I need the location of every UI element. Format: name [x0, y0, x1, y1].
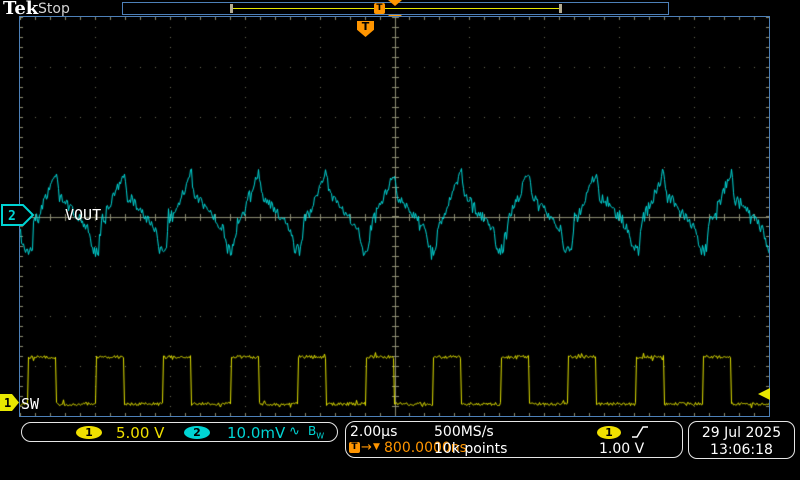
oscilloscope-screen: Tek Stop T T 2 VOUT 1 SW 1 5.00 V 2 10.0…	[0, 0, 800, 480]
ch1-badge: 1	[76, 426, 102, 439]
acquisition-status: Stop	[38, 1, 70, 17]
time-readout: 13:06:18	[689, 442, 794, 458]
ac-coupling-icon: ∿	[289, 424, 300, 439]
horizontal-trigger-readout-box: 2.00µs 500MS/s 1 T → ▼ 800.0000ns 10k po…	[345, 421, 683, 458]
ch2-label: VOUT	[65, 206, 101, 224]
bw-sub: W	[316, 431, 324, 440]
delay-trigger-icon: T	[349, 442, 360, 453]
date-readout: 29 Jul 2025	[689, 425, 794, 441]
ch2-badge: 2	[184, 426, 210, 439]
record-length-readout: 10k points	[434, 441, 507, 457]
expansion-point-icon	[388, 0, 402, 6]
bw-main: B	[308, 424, 316, 438]
rising-edge-icon	[630, 424, 650, 440]
ch1-marker-number: 1	[4, 396, 11, 410]
bandwidth-limit-icon: BW	[308, 424, 324, 440]
ch2-marker-number: 2	[8, 209, 16, 224]
ch2-marker-shape	[2, 205, 33, 225]
ch1-scale-readout: 5.00 V	[116, 424, 164, 442]
ch1-label: SW	[21, 395, 39, 413]
record-waveform-line	[233, 8, 561, 9]
trigger-position-icon: T	[374, 3, 385, 14]
waveform-canvas	[20, 17, 769, 416]
vertical-readout-box: 1 5.00 V 2 10.0mV ∿ BW	[21, 422, 338, 442]
window-bracket-left	[230, 4, 233, 13]
datetime-readout-box: 29 Jul 2025 13:06:18	[688, 421, 795, 459]
ch2-position-marker: 2	[1, 204, 35, 227]
trigger-source-badge: 1	[597, 426, 621, 439]
ch1-position-marker: 1	[0, 394, 20, 412]
trigger-level-readout: 1.00 V	[599, 441, 644, 457]
trigger-level-arrow-icon	[758, 388, 770, 400]
sample-rate-readout: 500MS/s	[434, 424, 494, 440]
ch2-scale-readout: 10.0mV	[227, 424, 285, 442]
timebase-readout: 2.00µs	[350, 424, 397, 440]
window-bracket-right	[559, 4, 562, 13]
delay-triangle-icon: ▼	[373, 442, 380, 452]
delay-arrow-icon: →	[361, 440, 372, 455]
